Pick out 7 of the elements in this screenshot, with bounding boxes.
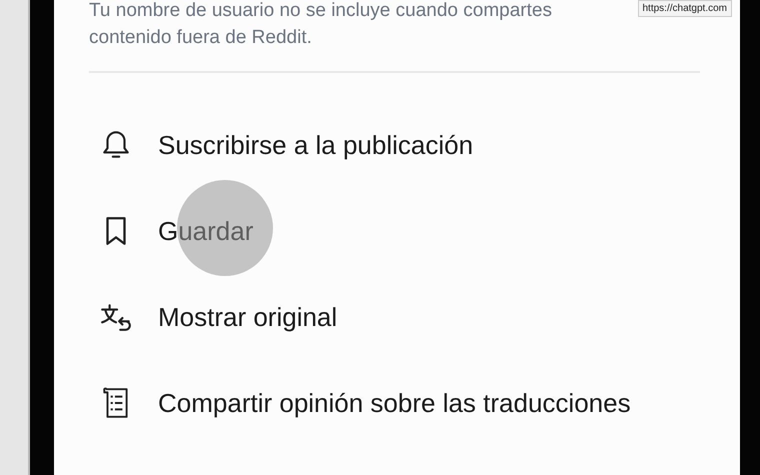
menu-item[interactable]: Compartir opinión sobre las traducciones: [89, 386, 700, 420]
menu-item[interactable]: Guardar: [89, 214, 700, 248]
notice-text: contenido fuera de Reddit.: [89, 26, 313, 50]
url-tooltip: https://chatgpt.com: [638, 0, 732, 17]
menu-item[interactable]: Mostrar original: [89, 300, 700, 334]
menu-item[interactable]: Suscribirse a la publicación: [89, 128, 700, 162]
notice-text: Tu nombre de usuario no se incluye cuando compartes: [89, 0, 552, 22]
